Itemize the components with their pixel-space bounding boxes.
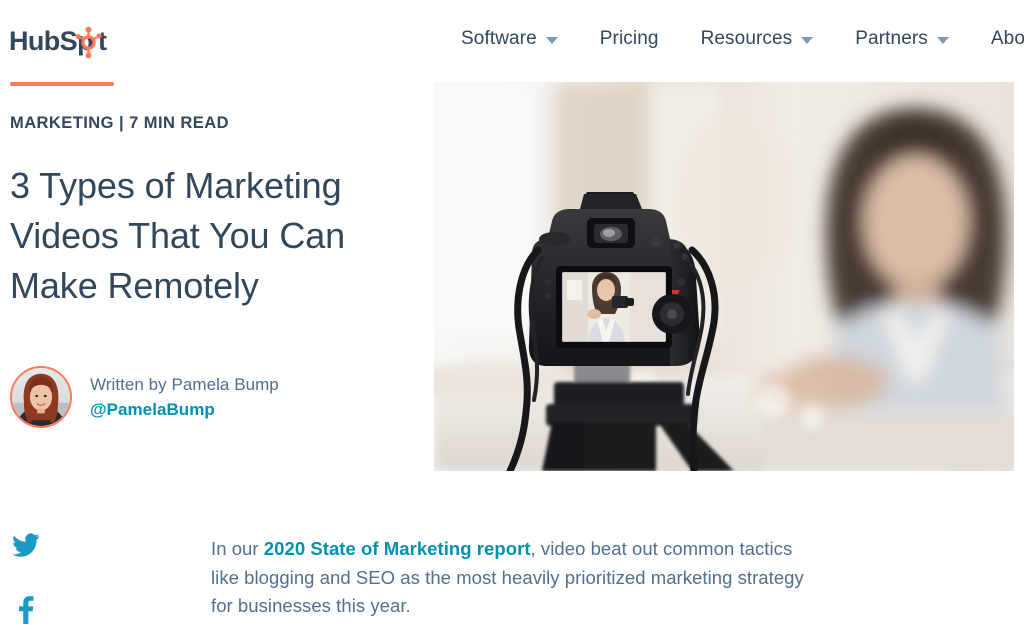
svg-text:t: t xyxy=(98,26,107,56)
main-navigation: Software Pricing Resources Partners Abou… xyxy=(440,0,1024,78)
facebook-icon[interactable] xyxy=(12,596,40,629)
twitter-icon[interactable] xyxy=(12,533,40,562)
article-intro-column: MARKETING | 7 MIN READ 3 Types of Market… xyxy=(10,82,410,311)
site-header: HubSp t Software Pricing Resources Partn… xyxy=(0,0,1024,78)
byline-text: Written by Pamela Bump @PamelaBump xyxy=(90,375,279,420)
facebook-f-glyph xyxy=(18,596,34,624)
lead-text-before: In our xyxy=(211,538,264,559)
page-title: 3 Types of Marketing Videos That You Can… xyxy=(10,165,346,306)
article-lead-paragraph: In our 2020 State of Marketing report, v… xyxy=(211,535,811,621)
avatar[interactable] xyxy=(10,366,72,428)
nav-label: About xyxy=(990,28,1024,49)
hubspot-logo-icon: HubSp t xyxy=(9,26,107,59)
nav-label: Pricing xyxy=(599,28,659,49)
article-category-readtime: MARKETING | 7 MIN READ xyxy=(10,114,229,132)
chevron-down-icon xyxy=(801,37,814,44)
nav-item-software[interactable]: Software xyxy=(440,0,579,78)
hubspot-logo[interactable]: HubSp t xyxy=(9,21,117,63)
accent-rule xyxy=(10,82,114,86)
twitter-bird-glyph xyxy=(12,533,40,557)
blog-article-page: HubSp t Software Pricing Resources Partn… xyxy=(0,0,1024,630)
social-share-rail xyxy=(12,533,40,629)
chevron-down-icon xyxy=(545,37,558,44)
nav-label: Software xyxy=(461,28,537,49)
svg-text:HubSp: HubSp xyxy=(9,26,93,56)
state-of-marketing-report-link[interactable]: 2020 State of Marketing report xyxy=(264,538,531,559)
nav-item-resources[interactable]: Resources xyxy=(680,0,835,78)
author-byline: Written by Pamela Bump @PamelaBump xyxy=(10,366,279,428)
author-twitter-handle[interactable]: @PamelaBump xyxy=(90,400,279,420)
hero-image xyxy=(434,82,1014,471)
nav-item-pricing[interactable]: Pricing xyxy=(579,0,680,78)
chevron-down-icon xyxy=(936,37,949,44)
hero-illustration xyxy=(434,82,1014,471)
nav-item-about[interactable]: About xyxy=(970,0,1024,78)
nav-item-partners[interactable]: Partners xyxy=(834,0,970,78)
avatar-image xyxy=(12,368,70,426)
nav-label: Partners xyxy=(855,28,928,49)
author-name-label: Written by Pamela Bump xyxy=(90,374,279,394)
nav-label: Resources xyxy=(700,28,793,49)
